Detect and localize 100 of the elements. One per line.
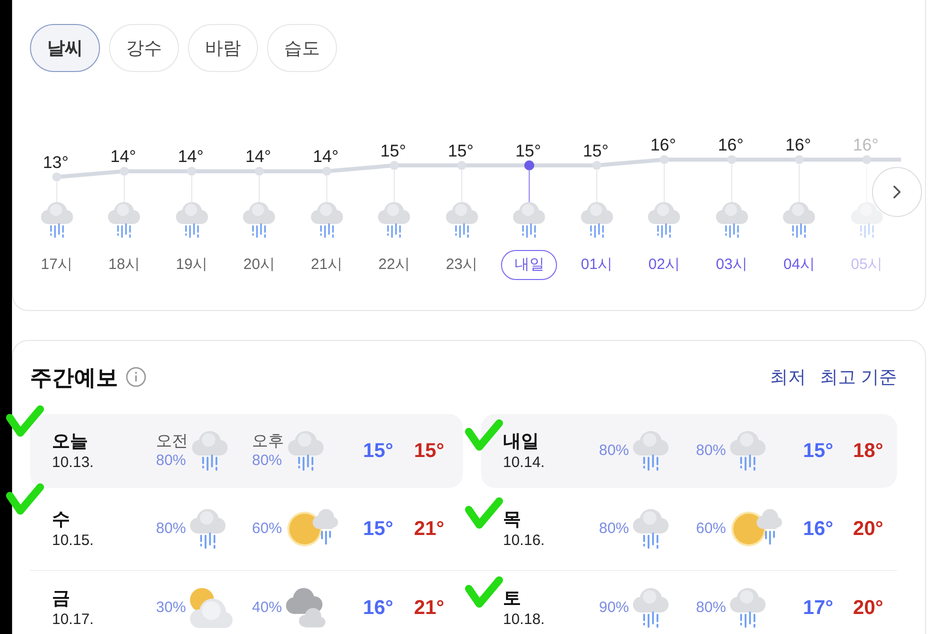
temperature-label: 15	[380, 141, 400, 160]
day-name: 금	[52, 587, 71, 610]
hour-label: 18시	[108, 254, 140, 275]
temperature-label: 16	[650, 136, 670, 155]
temperature-label: 15	[515, 141, 534, 160]
rain-chance: 30%	[156, 599, 186, 617]
degree-sign: °	[466, 141, 474, 160]
degree-sign: °	[399, 141, 406, 160]
day-date: 10.15.	[52, 531, 95, 551]
rain-cloud-icon	[730, 588, 766, 628]
day-name: 목	[503, 508, 522, 531]
low-temperature: 15°	[803, 439, 834, 464]
day-date: 10.16.	[503, 531, 546, 551]
rain-cloud-icon	[783, 202, 816, 238]
hour-label: 17시	[40, 254, 73, 275]
rain-cloud-icon	[40, 202, 73, 238]
degree-sign: °	[534, 141, 542, 160]
low-temperature: 16°	[363, 596, 394, 621]
rain-cloud-icon	[108, 202, 140, 238]
rain-cloud-icon	[633, 588, 669, 628]
temperature-label: 15	[448, 141, 467, 160]
clouds-icon	[286, 588, 326, 628]
day-name: 오늘	[52, 430, 89, 453]
degree-sign: °	[196, 147, 204, 166]
rain-cloud-icon	[243, 202, 276, 238]
sun-cloud-icon	[190, 588, 233, 628]
leader-line	[528, 170, 530, 202]
temperature-label: 13	[42, 153, 62, 172]
rain-cloud-icon	[730, 431, 766, 471]
low-temperature: 17°	[803, 596, 834, 621]
rain-cloud-icon	[378, 202, 410, 238]
rain-chance: 80%	[696, 599, 726, 617]
low-temperature: 15°	[363, 517, 394, 542]
day-name: 토	[503, 587, 522, 610]
temperature-label: 16	[785, 136, 804, 155]
hour-label: 01시	[580, 254, 613, 275]
day-date: 10.13.	[52, 453, 95, 473]
rain-cloud-icon	[446, 202, 478, 238]
rain-cloud-icon	[716, 202, 748, 238]
rain-chance: 80%	[156, 520, 186, 538]
legend-label: 최저	[770, 366, 806, 388]
hour-label: 21시	[310, 254, 343, 275]
section-title: 주간예보	[30, 364, 118, 392]
temperature-label: 16	[852, 136, 872, 155]
period-label: 오전	[156, 432, 188, 452]
degree-sign: °	[332, 147, 339, 166]
temperature-label: 14	[110, 147, 130, 166]
rain-cloud-icon	[190, 509, 226, 549]
high-temperature: 20°	[853, 517, 884, 542]
hour-label: 03시	[716, 254, 748, 275]
temperature-label: 14	[312, 147, 332, 166]
degree-sign: °	[602, 141, 609, 160]
rain-cloud-icon	[850, 202, 883, 238]
degree-sign: °	[264, 147, 272, 166]
rain-cloud-icon	[580, 202, 613, 238]
degree-sign: °	[62, 153, 69, 172]
rain-cloud-icon	[310, 202, 343, 238]
high-temperature: 21°	[414, 596, 444, 621]
high-temperature: 20°	[853, 596, 884, 621]
day-date: 10.18.	[503, 610, 546, 630]
hour-label: 20시	[243, 254, 276, 275]
hour-label: 05시	[850, 254, 883, 275]
rain-chance: 60%	[696, 520, 726, 538]
rain-chance: 40%	[252, 599, 282, 617]
low-temperature: 15°	[363, 439, 394, 464]
day-name: 수	[52, 508, 71, 531]
day-name: 내일	[503, 430, 540, 453]
hour-label: 22시	[378, 254, 410, 275]
hour-label: 23시	[446, 254, 478, 275]
rain-cloud-icon	[192, 431, 228, 471]
degree-sign: °	[736, 136, 744, 155]
period-label: 오후	[252, 432, 284, 452]
temperature-label: 14	[245, 147, 264, 166]
category-tab[interactable]: 날씨	[30, 24, 100, 72]
low-temperature: 16°	[803, 517, 834, 542]
high-temperature: 15°	[414, 439, 444, 464]
hour-label: 04시	[783, 254, 816, 275]
info-icon[interactable]	[126, 367, 146, 387]
hour-label: 02시	[648, 254, 680, 275]
degree-sign: °	[804, 136, 812, 155]
sun-rain-cloud-icon	[730, 509, 782, 549]
category-tab[interactable]: 습도	[267, 24, 337, 72]
temperature-label: 14	[178, 147, 197, 166]
rain-chance: 60%	[252, 520, 282, 538]
high-temperature: 21°	[414, 517, 444, 542]
category-tab[interactable]: 바람	[188, 24, 258, 72]
legend-label: 최고 기준	[820, 366, 897, 388]
rain-chance: 90%	[599, 599, 630, 617]
rain-cloud-icon	[513, 202, 546, 238]
hour-label: 19시	[176, 254, 208, 275]
degree-sign: °	[872, 136, 879, 155]
rain-cloud-icon	[288, 431, 324, 471]
rain-chance: 80%	[252, 452, 282, 470]
category-tab[interactable]: 강수	[109, 24, 179, 72]
rain-cloud-icon	[633, 431, 669, 471]
temperature-label: 15	[582, 141, 602, 160]
rain-chance: 80%	[696, 442, 726, 460]
day-date: 10.17.	[52, 610, 95, 630]
hour-pill: 내일	[501, 250, 558, 280]
degree-sign: °	[669, 136, 676, 155]
